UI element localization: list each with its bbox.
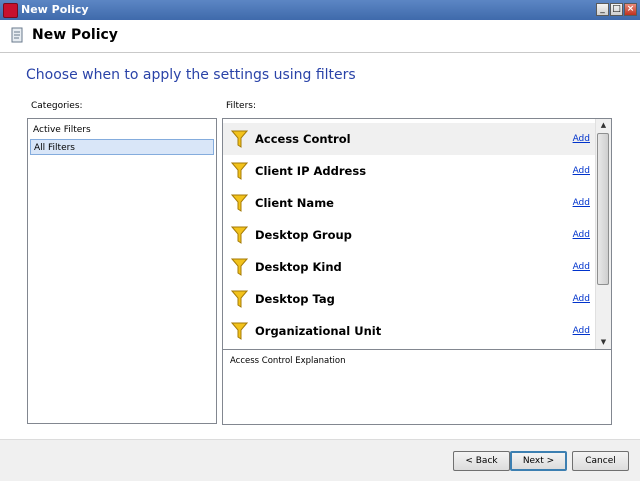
filters-list[interactable]: Access Control Add Client IP Address Add Cli… — [222, 118, 612, 350]
minimize-button[interactable]: _ — [596, 3, 609, 16]
funnel-icon — [231, 290, 248, 308]
scroll-down-arrow-icon[interactable]: ▼ — [597, 336, 610, 349]
page-title: New Policy — [32, 27, 118, 43]
policy-icon — [11, 27, 23, 43]
filter-row[interactable]: Desktop Group Add — [223, 219, 597, 251]
filter-name: Client Name — [255, 196, 334, 210]
filter-row[interactable]: Desktop Tag Add — [223, 283, 597, 315]
funnel-icon — [231, 258, 248, 276]
filter-name: Client IP Address — [255, 164, 367, 178]
back-button[interactable]: < Back — [453, 451, 510, 471]
filter-name: Desktop Kind — [255, 260, 342, 274]
filters-label: Filters: — [226, 101, 257, 111]
filter-row[interactable]: Desktop Kind Add — [223, 251, 597, 283]
wizard-footer: < Back Next > Cancel — [0, 439, 640, 481]
add-filter-link[interactable]: Add — [573, 166, 590, 176]
cancel-button[interactable]: Cancel — [572, 451, 629, 471]
wizard-header: New Policy — [0, 20, 640, 53]
filter-row[interactable]: Organizational Unit Add — [223, 315, 597, 347]
explanation-text: Access Control Explanation — [230, 356, 346, 366]
funnel-icon — [231, 226, 248, 244]
scroll-up-arrow-icon[interactable]: ▲ — [597, 119, 610, 132]
funnel-icon — [231, 130, 248, 148]
add-filter-link[interactable]: Add — [573, 198, 590, 208]
funnel-icon — [231, 162, 248, 180]
add-filter-link[interactable]: Add — [573, 134, 590, 144]
funnel-icon — [231, 194, 248, 212]
categories-list[interactable]: Active Filters All Filters — [27, 118, 217, 424]
filter-row[interactable]: Client IP Address Add — [223, 155, 597, 187]
categories-label: Categories: — [31, 101, 83, 111]
funnel-icon — [231, 322, 248, 340]
filter-name: Organizational Unit — [255, 324, 382, 338]
filter-row[interactable]: Access Control Add — [223, 123, 597, 155]
add-filter-link[interactable]: Add — [573, 262, 590, 272]
maximize-button[interactable]: □ — [610, 3, 623, 16]
add-filter-link[interactable]: Add — [573, 230, 590, 240]
close-button[interactable]: × — [624, 3, 637, 16]
page-subtitle: Choose when to apply the settings using … — [26, 67, 356, 83]
add-filter-link[interactable]: Add — [573, 326, 590, 336]
add-filter-link[interactable]: Add — [573, 294, 590, 304]
filter-name: Access Control — [255, 132, 351, 146]
category-item-active-filters[interactable]: Active Filters — [30, 122, 214, 138]
scroll-thumb[interactable] — [597, 133, 609, 285]
category-item-all-filters[interactable]: All Filters — [30, 139, 214, 155]
filter-explanation-panel: Access Control Explanation — [222, 350, 612, 425]
next-button[interactable]: Next > — [510, 451, 567, 471]
window-titlebar: New Policy _ □ × — [0, 0, 640, 20]
filters-scrollbar[interactable]: ▲ ▼ — [595, 119, 611, 349]
wizard-content: Choose when to apply the settings using … — [0, 53, 640, 439]
app-icon — [3, 3, 18, 18]
filter-row[interactable]: Client Name Add — [223, 187, 597, 219]
filter-name: Desktop Tag — [255, 292, 335, 306]
filter-name: Desktop Group — [255, 228, 352, 242]
window-title: New Policy — [21, 3, 89, 16]
